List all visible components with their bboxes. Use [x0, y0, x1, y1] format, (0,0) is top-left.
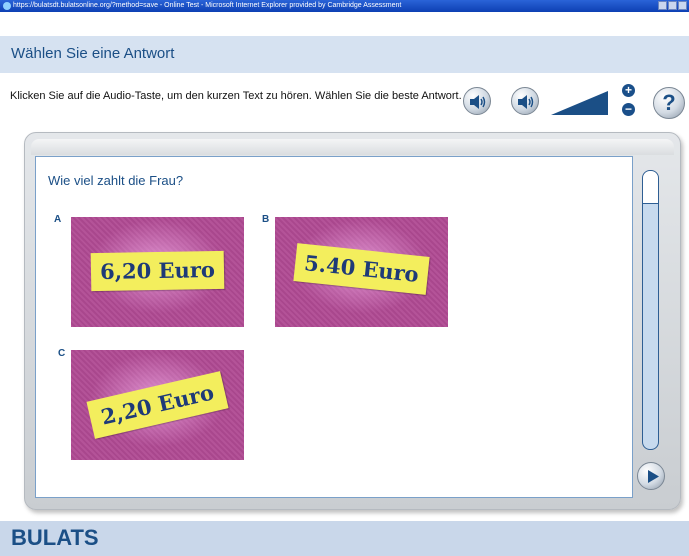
play-arrow-icon: [648, 470, 659, 483]
frame-top-bar: [31, 139, 674, 155]
close-button[interactable]: [678, 1, 687, 10]
option-b-image[interactable]: 5.40 Euro: [275, 217, 448, 327]
instruction-text: Klicken Sie auf die Audio-Taste, um den …: [10, 90, 462, 102]
price-note-b: 5.40 Euro: [293, 243, 430, 295]
footer-bar: BULATS: [0, 521, 689, 556]
price-note-a: 6,20 Euro: [90, 250, 225, 292]
vertical-scrollbar[interactable]: [642, 170, 659, 450]
window-title-bar: https://bulatsdt.bulatsonline.org/?metho…: [0, 0, 689, 12]
scrollbar-thumb[interactable]: [643, 171, 658, 204]
header-band: Wählen Sie eine Antwort: [0, 36, 689, 73]
maximize-button[interactable]: [668, 1, 677, 10]
brand-logo-text: BULATS: [11, 525, 99, 550]
speaker-icon: [518, 95, 534, 109]
next-button[interactable]: [637, 462, 665, 490]
volume-level-icon[interactable]: [551, 90, 609, 116]
minimize-button[interactable]: [658, 1, 667, 10]
help-button[interactable]: ?: [653, 87, 685, 119]
volume-down-button[interactable]: −: [622, 103, 635, 116]
option-c-image[interactable]: 2,20 Euro: [71, 350, 244, 460]
window-title: https://bulatsdt.bulatsonline.org/?metho…: [13, 2, 402, 9]
option-a-letter: A: [54, 214, 62, 225]
ie-icon: [3, 2, 11, 10]
speaker-icon: [470, 95, 486, 109]
option-b-letter: B: [262, 214, 270, 225]
page-title: Wählen Sie eine Antwort: [11, 45, 175, 62]
question-panel: Wie viel zahlt die Frau? A 6,20 Euro B 5…: [35, 156, 633, 498]
option-a-image[interactable]: 6,20 Euro: [71, 217, 244, 327]
volume-up-button[interactable]: +: [622, 84, 635, 97]
option-c-letter: C: [58, 348, 66, 359]
price-note-c: 2,20 Euro: [86, 371, 229, 439]
question-text: Wie viel zahlt die Frau?: [48, 173, 184, 188]
audio-play-button-1[interactable]: [463, 87, 491, 115]
window-controls: [658, 1, 687, 10]
audio-play-button-2[interactable]: [511, 87, 539, 115]
